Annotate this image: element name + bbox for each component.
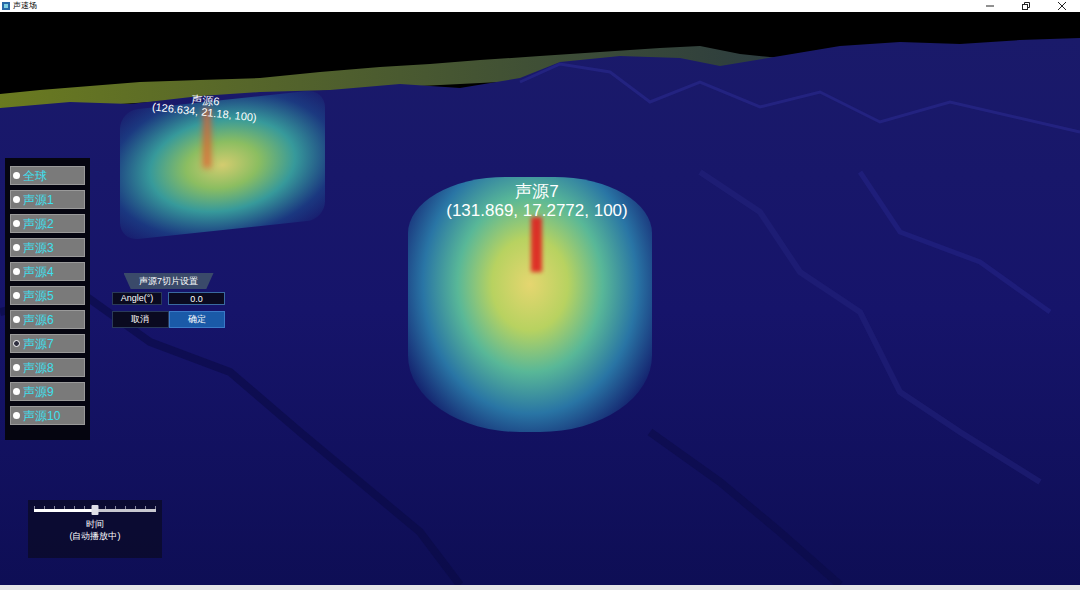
source-label-text: 声源9 xyxy=(23,385,54,399)
slice-panel: 声源7切片设置 Angle(°) 取消确定 xyxy=(112,273,225,328)
angle-label-text: Angle(°) xyxy=(121,293,154,304)
source-label-text: 声源2 xyxy=(23,217,54,231)
source-item[interactable]: 声源8 xyxy=(10,358,85,377)
source-label-text: 声源6 xyxy=(23,313,54,327)
time-status: (自动播放中) xyxy=(70,530,121,542)
minimize-button[interactable] xyxy=(972,0,1008,12)
taskbar-strip xyxy=(0,585,1080,590)
title-bar: 声速场 xyxy=(0,0,1080,12)
radio-dot[interactable] xyxy=(13,388,20,395)
radio-dot[interactable] xyxy=(13,268,20,275)
slice-title: 声源7切片设置 xyxy=(124,273,214,289)
source-item[interactable]: 声源7 xyxy=(10,334,85,353)
source-item[interactable]: 全球 xyxy=(10,166,85,185)
source-item[interactable]: 声源5 xyxy=(10,286,85,305)
time-track[interactable] xyxy=(34,509,156,512)
radio-dot[interactable] xyxy=(13,364,20,371)
radio-dot[interactable] xyxy=(13,316,20,323)
close-button[interactable] xyxy=(1044,0,1080,12)
radio-dot[interactable] xyxy=(13,172,20,179)
source-label-text: 声源4 xyxy=(23,265,54,279)
time-fill xyxy=(34,509,95,512)
source-coords: (131.869, 17.2772, 100) xyxy=(446,201,627,220)
radio-dot[interactable] xyxy=(13,220,20,227)
sound-field-core xyxy=(531,217,542,272)
time-panel: 时间(自动播放中) xyxy=(28,500,162,558)
source-item[interactable]: 声源4 xyxy=(10,262,85,281)
window-title: 声速场 xyxy=(13,1,37,11)
source-label: 声源7(131.869, 17.2772, 100) xyxy=(446,182,627,220)
restore-icon xyxy=(1022,2,1030,10)
button-row: 取消确定 xyxy=(112,311,225,328)
close-icon xyxy=(1058,2,1066,10)
angle-row: Angle(°) xyxy=(112,292,225,305)
radio-dot[interactable] xyxy=(13,244,20,251)
source-label-text: 声源5 xyxy=(23,289,54,303)
source-label-text: 全球 xyxy=(23,169,47,183)
time-thumb[interactable] xyxy=(92,505,99,515)
cancel-button[interactable]: 取消 xyxy=(112,311,169,328)
time-label: 时间 xyxy=(86,518,104,530)
source-label-text: 声源8 xyxy=(23,361,54,375)
maximize-button[interactable] xyxy=(1008,0,1044,12)
source-label-text: 声源10 xyxy=(23,409,60,423)
source-item[interactable]: 声源1 xyxy=(10,190,85,209)
source-name: 声源7 xyxy=(515,182,558,201)
minimize-icon xyxy=(986,2,994,10)
angle-label: Angle(°) xyxy=(112,292,162,305)
radio-dot[interactable] xyxy=(13,412,20,419)
slice-title-text: 声源7切片设置 xyxy=(139,275,198,287)
confirm-button[interactable]: 确定 xyxy=(169,311,226,328)
radio-dot[interactable] xyxy=(13,292,20,299)
app-icon xyxy=(2,2,10,10)
source-label-text: 声源1 xyxy=(23,193,54,207)
source-list: 全球声源1 声源2 声源3 声源4 声源5 声源6 声源7 声源8 声源9 声源10 xyxy=(5,158,90,440)
source-item[interactable]: 声源9 xyxy=(10,382,85,401)
source-item[interactable]: 声源2 xyxy=(10,214,85,233)
scene-view[interactable]: 声源6(126.634, 21.18, 100)声源7(131.869, 17.… xyxy=(0,12,1080,585)
source-item[interactable]: 声源10 xyxy=(10,406,85,425)
source-label-text: 声源7 xyxy=(23,337,54,351)
radio-dot[interactable] xyxy=(13,196,20,203)
source-item[interactable]: 声源6 xyxy=(10,310,85,329)
source-label-text: 声源3 xyxy=(23,241,54,255)
radio-dot[interactable] xyxy=(13,340,20,347)
source-item[interactable]: 声源3 xyxy=(10,238,85,257)
angle-input[interactable] xyxy=(168,292,225,305)
